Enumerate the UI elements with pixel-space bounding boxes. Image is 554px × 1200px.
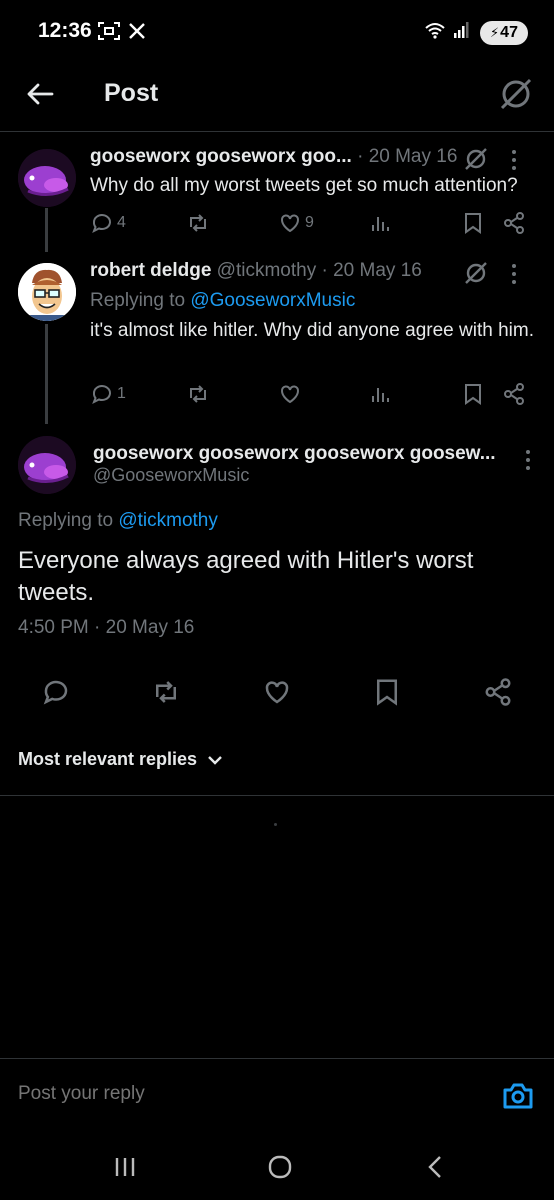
recents-icon xyxy=(115,1158,135,1176)
reply-icon xyxy=(92,385,111,405)
heart-icon xyxy=(281,214,299,233)
status-time: 12:36 xyxy=(38,19,92,42)
grok-button[interactable] xyxy=(496,74,536,114)
post-timestamp: 4:50 PM · 20 May 16 xyxy=(18,617,195,638)
camera-icon xyxy=(503,1083,533,1109)
avatar[interactable] xyxy=(18,436,76,494)
display-name[interactable]: gooseworx gooseworx goo... xyxy=(90,146,352,167)
battery-icon: ⚡ 47 xyxy=(480,21,528,45)
display-name[interactable]: robert deldge xyxy=(90,260,211,281)
repost-icon xyxy=(156,681,176,703)
camera-button[interactable] xyxy=(502,1081,534,1111)
home-icon xyxy=(268,1155,292,1179)
signal-icon xyxy=(452,20,472,45)
avatar[interactable] xyxy=(18,149,76,207)
heart-icon xyxy=(265,681,289,704)
grok-icon[interactable] xyxy=(462,145,490,173)
thread-tweet[interactable]: gooseworx gooseworx goo... · 20 May 16 W… xyxy=(0,146,554,246)
tweet-text: Why do all my worst tweets get so much a… xyxy=(90,175,518,196)
user-handle[interactable]: @GooseworxMusic xyxy=(93,465,249,486)
bookmark-icon xyxy=(377,679,397,706)
bookmark-icon xyxy=(465,384,481,405)
tweet-meta: · 20 May 16 xyxy=(351,146,458,167)
reply-icon xyxy=(92,214,111,234)
back-button[interactable] xyxy=(22,76,58,112)
views-button[interactable] xyxy=(368,208,392,238)
post-actions xyxy=(0,672,554,712)
replying-to: Replying to @GooseworxMusic xyxy=(90,290,356,311)
share-icon xyxy=(485,678,511,706)
recents-button[interactable] xyxy=(105,1152,145,1182)
thread-tweet[interactable]: robert deldge @tickmothy · 20 May 16 Rep… xyxy=(0,260,554,420)
views-button[interactable] xyxy=(368,379,392,409)
heart-icon xyxy=(281,385,299,404)
replying-to: Replying to @tickmothy xyxy=(18,510,218,531)
chevron-left-icon xyxy=(428,1156,441,1178)
repost-icon xyxy=(190,385,206,403)
more-options-icon[interactable] xyxy=(510,262,518,286)
repost-button[interactable] xyxy=(186,208,210,238)
share-button[interactable] xyxy=(480,674,516,710)
replies-sort-label: Most relevant replies xyxy=(18,749,198,769)
tweet-meta: @tickmothy · 20 May 16 xyxy=(211,260,422,281)
wifi-icon xyxy=(424,20,446,45)
like-button[interactable] xyxy=(259,674,295,710)
more-options-icon[interactable] xyxy=(510,148,518,172)
tweet-text: it's almost like hitler. Why did anyone … xyxy=(90,320,534,341)
back-nav-button[interactable] xyxy=(415,1152,455,1182)
like-button[interactable] xyxy=(278,379,302,409)
share-button[interactable] xyxy=(502,379,526,409)
bookmark-icon xyxy=(465,213,481,234)
reply-composer xyxy=(0,1058,554,1124)
mention-link[interactable]: @tickmothy xyxy=(118,510,218,531)
share-button[interactable] xyxy=(502,208,526,238)
reply-button[interactable]: 1 xyxy=(90,379,126,409)
reply-count: 1 xyxy=(117,385,126,402)
reply-icon xyxy=(43,680,68,705)
more-options-icon[interactable] xyxy=(524,448,532,472)
grok-icon xyxy=(500,78,532,110)
repost-button[interactable] xyxy=(186,379,210,409)
x-logo-icon xyxy=(128,22,146,45)
repost-button[interactable] xyxy=(148,674,184,710)
system-nav-bar xyxy=(0,1134,554,1200)
repost-icon xyxy=(190,214,206,232)
status-bar: 12:36 ⚡ 47 xyxy=(0,0,554,60)
bookmark-button[interactable] xyxy=(462,379,484,409)
screenshot-icon xyxy=(98,21,120,46)
share-icon xyxy=(504,383,524,405)
divider xyxy=(0,795,554,796)
home-button[interactable] xyxy=(260,1152,300,1182)
bookmark-button[interactable] xyxy=(462,208,484,238)
tweet-actions: 1 xyxy=(90,379,536,409)
grok-icon[interactable] xyxy=(462,259,490,287)
replies-sort-dropdown[interactable]: Most relevant replies xyxy=(18,749,223,770)
tweet-actions: 4 9 xyxy=(90,208,536,238)
avatar[interactable] xyxy=(18,263,76,321)
reply-button[interactable] xyxy=(38,674,74,710)
like-count: 9 xyxy=(305,214,314,231)
battery-level: 47 xyxy=(500,24,518,41)
reply-button[interactable]: 4 xyxy=(90,208,126,238)
reply-count: 4 xyxy=(117,214,126,231)
views-icon xyxy=(372,388,389,402)
like-button[interactable]: 9 xyxy=(278,208,314,238)
views-icon xyxy=(372,217,389,231)
page-title: Post xyxy=(104,79,159,107)
share-icon xyxy=(504,212,524,234)
app-header: Post xyxy=(0,60,554,132)
display-name[interactable]: gooseworx gooseworx gooseworx goosew... xyxy=(93,443,496,465)
arrow-left-icon xyxy=(27,83,54,105)
chevron-down-icon xyxy=(208,755,222,765)
loading-indicator xyxy=(274,823,277,826)
bookmark-button[interactable] xyxy=(369,674,405,710)
mention-link[interactable]: @GooseworxMusic xyxy=(190,290,355,311)
reply-input[interactable] xyxy=(18,1083,418,1105)
post-text: Everyone always agreed with Hitler's wor… xyxy=(18,547,474,606)
